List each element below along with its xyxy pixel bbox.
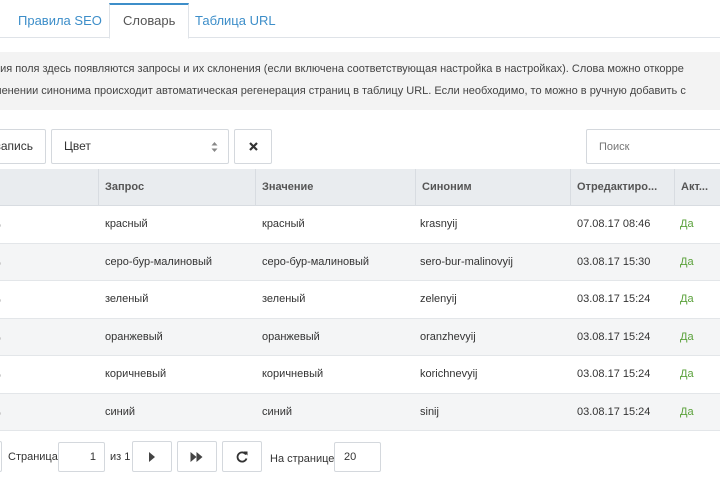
last-page-button[interactable]	[177, 441, 217, 472]
table-row[interactable]: красный красный krasnyij 07.08.17 08:46 …	[0, 206, 720, 244]
clear-filter-button[interactable]	[234, 129, 272, 164]
select-arrows-icon	[211, 142, 218, 152]
tab-bar: Правила SEO Словарь Таблица URL	[0, 0, 720, 39]
cell-value: синий	[262, 405, 293, 418]
add-record-button[interactable]: запись	[0, 129, 46, 164]
table-row[interactable]: зеленый зеленый zelenyij 03.08.17 15:24 …	[0, 281, 720, 319]
cell-query: оранжевый	[105, 330, 163, 343]
close-icon	[248, 142, 258, 151]
cell-edited: 03.08.17 15:24	[577, 330, 651, 343]
cell-edited: 03.08.17 15:24	[577, 405, 651, 418]
tab-dictionary[interactable]: Словарь	[109, 3, 190, 39]
info-panel: ния поля здесь появляются запросы и их с…	[0, 52, 720, 110]
row-checkbox[interactable]	[0, 299, 1, 302]
cell-synonym: krasnyij	[420, 218, 458, 230]
row-checkbox[interactable]	[0, 336, 1, 340]
row-checkbox[interactable]	[0, 411, 1, 415]
cell-value: красный	[262, 218, 305, 230]
column-header-active[interactable]: Акт...	[674, 169, 720, 206]
info-line-2: менении синонима происходит автоматическ…	[0, 85, 686, 97]
refresh-button[interactable]	[222, 441, 262, 472]
cell-synonym: zelenyij	[420, 293, 457, 305]
info-line-1: ния поля здесь появляются запросы и их с…	[0, 63, 684, 75]
row-checkbox[interactable]	[0, 374, 1, 377]
cell-query: красный	[105, 218, 148, 230]
cell-value: серо-бур-малиновый	[262, 255, 370, 268]
column-header-synonym[interactable]: Синоним	[415, 169, 570, 206]
cell-query: серо-бур-малиновый	[105, 255, 213, 268]
row-checkbox[interactable]	[0, 261, 1, 265]
cell-active: Да	[680, 405, 694, 418]
cell-synonym: sinij	[420, 405, 439, 418]
previous-page-button[interactable]	[0, 441, 2, 472]
cell-edited: 03.08.17 15:24	[577, 293, 651, 305]
tab-seo-rules[interactable]: Правила SEO	[5, 3, 115, 38]
cell-active: Да	[680, 293, 694, 305]
cell-query: коричневый	[105, 368, 167, 380]
cell-value: коричневый	[262, 368, 324, 380]
next-page-button[interactable]	[132, 441, 172, 472]
cell-synonym: korichnevyij	[420, 368, 478, 380]
cell-synonym: sero-bur-malinovyij	[420, 255, 513, 268]
table-row[interactable]: серо-бур-малиновый серо-бур-малиновый se…	[0, 243, 720, 281]
double-chevron-right-icon	[190, 451, 203, 462]
cell-edited: 07.08.17 08:46	[577, 218, 651, 230]
row-checkbox[interactable]	[0, 224, 1, 227]
table-row[interactable]: коричневый коричневый korichnevyij 03.08…	[0, 356, 720, 394]
page-number-input[interactable]: 1	[58, 442, 105, 472]
cell-query: синий	[105, 405, 136, 418]
cell-active: Да	[680, 255, 694, 268]
cell-value: зеленый	[262, 293, 306, 305]
page-label: Страница	[8, 451, 58, 463]
cell-edited: 03.08.17 15:24	[577, 368, 651, 380]
refresh-icon	[236, 451, 248, 462]
tab-url-table[interactable]: Таблица URL	[182, 3, 289, 38]
chevron-right-icon	[149, 451, 155, 462]
cell-query: зеленый	[105, 293, 149, 305]
filter-select-value: Цвет	[64, 139, 91, 153]
cell-synonym: oranzhevyij	[420, 330, 476, 343]
table-header: Запрос Значение Синоним Отредактиро... А…	[0, 169, 720, 206]
column-header-query[interactable]: Запрос	[98, 169, 255, 206]
table-row[interactable]: синий синий sinij 03.08.17 15:24 Да	[0, 393, 720, 431]
filter-select[interactable]: Цвет	[51, 129, 229, 164]
column-header-edited[interactable]: Отредактиро...	[570, 169, 674, 206]
table-row[interactable]: оранжевый оранжевый oranzhevyij 03.08.17…	[0, 318, 720, 356]
per-page-input[interactable]: 20	[334, 442, 381, 472]
column-header-value[interactable]: Значение	[255, 169, 415, 206]
cell-edited: 03.08.17 15:30	[577, 255, 651, 268]
cell-active: Да	[680, 330, 694, 343]
cell-active: Да	[680, 368, 694, 380]
cell-active: Да	[680, 218, 694, 230]
page-count-label: из 1	[110, 451, 131, 463]
cell-value: оранжевый	[262, 330, 320, 343]
search-input[interactable]	[586, 129, 720, 164]
per-page-label: На странице:	[270, 453, 338, 465]
